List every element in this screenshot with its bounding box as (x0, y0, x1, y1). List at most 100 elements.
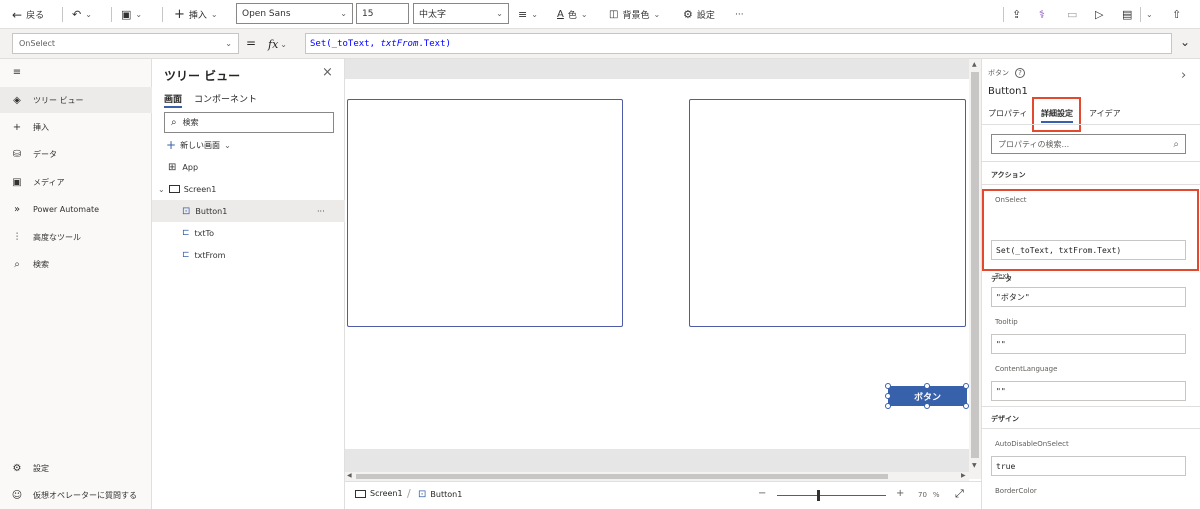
more-options-icon[interactable]: ··· (317, 207, 325, 216)
tree-item-button1[interactable]: ⊡ Button1 ··· (152, 200, 345, 222)
zoom-out-button[interactable]: − (758, 488, 766, 499)
txtto-control[interactable] (689, 99, 966, 327)
clipboard-icon: ▣ (121, 8, 132, 21)
zoom-level: 70 % (918, 491, 940, 499)
text-input[interactable]: "ボタン" (991, 287, 1186, 307)
chevron-down-icon: ⌄ (280, 39, 287, 49)
undo-button[interactable]: ↶ ⌄ (72, 0, 92, 29)
chevron-right-icon[interactable]: › (1181, 68, 1186, 83)
zoom-slider-thumb[interactable] (817, 490, 820, 501)
share-button[interactable]: ⇪ (1012, 0, 1021, 29)
nav-search[interactable]: ⌕ 検索 (0, 251, 152, 277)
control-type-label: ボタン ? (988, 68, 1025, 78)
save-button[interactable]: ▤ (1122, 0, 1132, 29)
tree-item-txtto[interactable]: ⊏ txtTo (152, 222, 345, 244)
text-label: Text (995, 272, 1010, 280)
section-design: デザイン (991, 415, 1019, 423)
more-button[interactable]: ··· (735, 0, 744, 29)
preview-button[interactable]: ▷ (1095, 0, 1103, 29)
nav-insert[interactable]: + 挿入 (0, 114, 152, 140)
search-icon: ⌕ (171, 117, 177, 128)
tab-components[interactable]: コンポーネント (194, 92, 257, 105)
property-search-input[interactable]: プロパティの検索... ⌕ (991, 134, 1186, 154)
fit-to-window-icon[interactable]: ⤢ (955, 487, 964, 501)
divider (981, 161, 1200, 162)
flow-icon: » (13, 203, 21, 215)
tree-search-input[interactable]: ⌕ 検索 (164, 112, 334, 133)
tree-item-screen1[interactable]: ⌄ Screen1 (152, 178, 345, 200)
resize-handle[interactable] (885, 383, 891, 389)
chevron-down-icon: ⌄ (85, 10, 92, 19)
button-control-icon: ⊡ (182, 205, 191, 217)
align-icon: ≡ (518, 8, 528, 21)
font-size-input[interactable]: 15 (356, 3, 409, 24)
back-button[interactable]: ← 戻る (12, 0, 44, 29)
chevron-down-icon: ⌄ (158, 184, 165, 194)
insert-button[interactable]: + 挿入 ⌄ (174, 0, 218, 29)
align-button[interactable]: ≡ ⌄ (518, 0, 538, 29)
new-screen-button[interactable]: + 新しい画面 ⌄ (166, 137, 231, 153)
contentlanguage-label: ContentLanguage (995, 365, 1058, 373)
scroll-down-icon[interactable]: ▼ (972, 462, 977, 469)
resize-handle[interactable] (885, 403, 891, 409)
save-icon: ▤ (1122, 8, 1133, 21)
scroll-left-icon[interactable]: ◀ (347, 472, 352, 479)
divider (162, 7, 163, 22)
nav-data[interactable]: ⛁ データ (0, 141, 152, 167)
app-checker-button[interactable]: ⚕ (1039, 0, 1045, 29)
hamburger-menu[interactable]: ≡ (0, 63, 152, 81)
tab-properties[interactable]: プロパティ (988, 108, 1028, 119)
nav-power-automate[interactable]: » Power Automate (0, 196, 152, 222)
contentlanguage-input[interactable]: "" (991, 381, 1186, 401)
function-icon: fx (268, 37, 279, 51)
resize-handle[interactable] (885, 393, 891, 399)
close-icon[interactable]: × (322, 65, 333, 80)
tree-item-txtfrom[interactable]: ⊏ txtFrom (152, 244, 345, 266)
divider (1003, 7, 1004, 22)
scroll-right-icon[interactable]: ▶ (961, 472, 966, 479)
text-color-button[interactable]: A 色 ⌄ (557, 0, 588, 29)
nav-tree-view[interactable]: ◈ ツリー ビュー (0, 87, 152, 113)
resize-handle[interactable] (924, 403, 930, 409)
settings-button[interactable]: ⚙ 設定 (683, 0, 715, 29)
fill-color-button[interactable]: ◫ 背景色 ⌄ (609, 0, 660, 29)
publish-button[interactable]: ⇧ (1172, 0, 1181, 29)
highlight-box-onselect (982, 189, 1199, 271)
nav-virtual-agent[interactable]: ☺ 仮想オペレーターに質問する (0, 482, 152, 508)
comments-button[interactable]: ▭ (1067, 0, 1077, 29)
font-weight-select[interactable]: 中太字 ⌄ (413, 3, 509, 24)
breadcrumb-screen1[interactable]: Screen1 (355, 489, 403, 498)
resize-handle[interactable] (924, 383, 930, 389)
paste-button[interactable]: ▣ ⌄ (121, 0, 142, 29)
tree-item-app[interactable]: ⊞ App (152, 156, 345, 178)
tab-screens[interactable]: 画面 (164, 92, 183, 108)
tab-ideas[interactable]: アイデア (1089, 108, 1121, 119)
txtfrom-control[interactable] (347, 99, 623, 327)
chevron-down-icon: ⌄ (210, 10, 218, 19)
nav-advanced-tools[interactable]: ⫶ 高度なツール (0, 224, 152, 250)
tooltip-input[interactable]: "" (991, 334, 1186, 354)
vertical-scroll-thumb[interactable] (971, 72, 979, 458)
horizontal-scroll-thumb[interactable] (356, 474, 888, 479)
expand-formula-chevron-icon[interactable]: ⌄ (1180, 35, 1190, 49)
scroll-up-icon[interactable]: ▲ (972, 61, 977, 68)
autodisable-input[interactable]: true (991, 456, 1186, 476)
property-select[interactable]: OnSelect ⌄ (12, 33, 239, 54)
zoom-in-button[interactable]: + (896, 488, 904, 499)
chevron-down-icon: ⌄ (496, 9, 503, 18)
formula-input[interactable]: Set(_toText, txtFrom .Text) (305, 33, 1172, 54)
screen-icon (355, 489, 366, 498)
fx-button[interactable]: fx ⌄ (268, 34, 287, 54)
breadcrumb-button1[interactable]: ⊡ Button1 (418, 489, 462, 500)
font-family-select[interactable]: Open Sans ⌄ (236, 3, 353, 24)
save-options-button[interactable]: ⌄ (1146, 0, 1153, 29)
nav-settings[interactable]: ⚙ 設定 (0, 455, 152, 481)
chevron-down-icon: ⌄ (531, 10, 538, 19)
zoom-slider-track[interactable] (777, 495, 886, 496)
divider (62, 7, 63, 22)
help-icon[interactable]: ? (1015, 68, 1025, 78)
chevron-down-icon: ⌄ (1146, 10, 1153, 19)
left-nav: ≡ ◈ ツリー ビュー + 挿入 ⛁ データ ▣ メディア » Power Au… (0, 59, 152, 509)
nav-media[interactable]: ▣ メディア (0, 169, 152, 195)
chevron-down-icon: ⌄ (580, 10, 588, 19)
